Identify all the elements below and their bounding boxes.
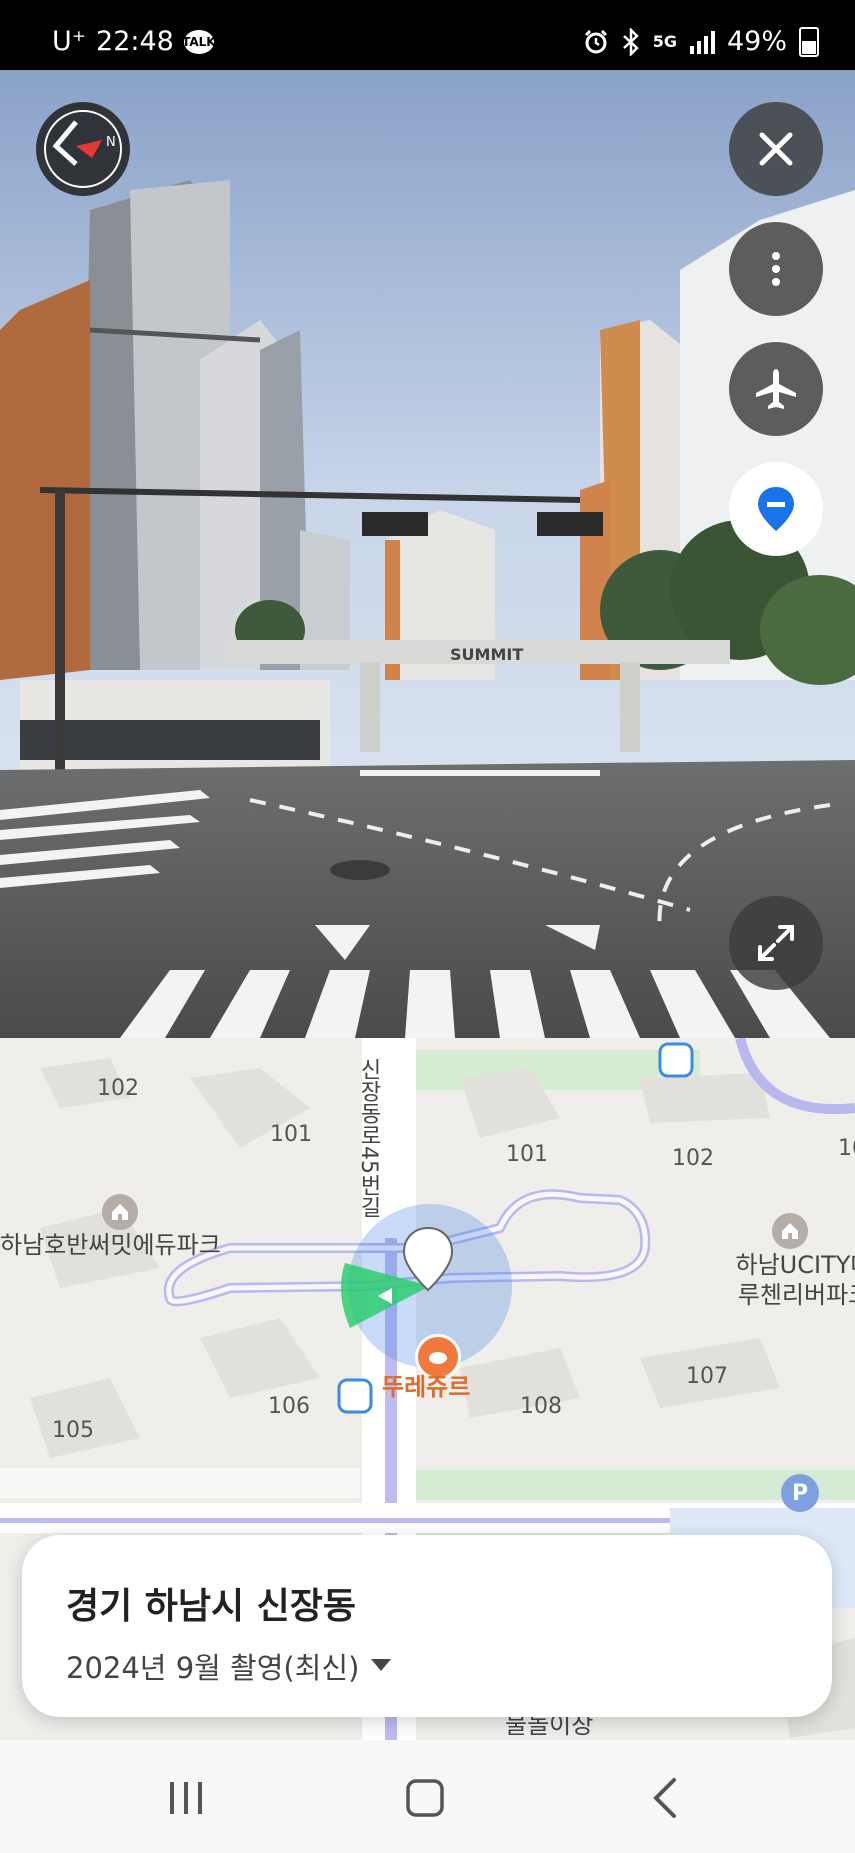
- building-label: 107: [686, 1364, 728, 1389]
- back-button[interactable]: [625, 1768, 705, 1828]
- my-location-button[interactable]: [729, 462, 823, 556]
- building-label: 101: [506, 1142, 548, 1167]
- capture-date-selector[interactable]: 2024년 9월 촬영(최신): [66, 1645, 392, 1687]
- poi-label-line: 하남UCITY대: [735, 1251, 855, 1279]
- street-view-panorama[interactable]: SUMMIT N: [0, 70, 855, 1038]
- alarm-icon: [584, 29, 607, 53]
- kakaotalk-notification-icon: TALK: [182, 29, 216, 54]
- expand-icon: [758, 925, 794, 961]
- apartment-poi-icon[interactable]: [102, 1194, 138, 1230]
- close-button[interactable]: [729, 102, 823, 196]
- bluetooth-icon: [622, 27, 639, 56]
- capture-date-label: 2024년 9월 촬영(최신): [66, 1651, 360, 1685]
- status-bar: U⁺ 22:48 TALK 5G 49%: [0, 0, 855, 70]
- building-label: 105: [52, 1418, 94, 1443]
- recents-button[interactable]: [146, 1768, 226, 1828]
- battery-percent: 49%: [726, 26, 787, 57]
- clock: 22:48: [96, 26, 174, 57]
- dropdown-triangle-icon: [371, 1659, 392, 1671]
- battery-icon: [799, 26, 819, 57]
- signal-icon: [689, 30, 715, 54]
- marker-pin-icon: [402, 1226, 454, 1292]
- carrier-label: U⁺: [52, 26, 87, 57]
- more-options-button[interactable]: [729, 222, 823, 316]
- close-icon: [759, 132, 793, 166]
- building-label: 10: [838, 1136, 855, 1161]
- compass-button[interactable]: N: [36, 102, 130, 196]
- street-view-image: SUMMIT: [0, 70, 855, 1038]
- parking-letter: P: [791, 1480, 809, 1506]
- poi-label-bakery[interactable]: 뚜레쥬르: [382, 1372, 470, 1402]
- network-type-label: 5G: [652, 32, 677, 51]
- parking-icon[interactable]: P: [781, 1474, 819, 1512]
- system-nav-bar: [0, 1740, 855, 1853]
- back-icon: [653, 1778, 676, 1818]
- building-label: 102: [97, 1076, 139, 1101]
- aerial-view-button[interactable]: [729, 342, 823, 436]
- compass-north-label: N: [106, 135, 116, 150]
- building-label: 102: [672, 1146, 714, 1171]
- home-icon: [406, 1779, 444, 1817]
- location-pin-icon: [758, 487, 794, 531]
- gate-sign: SUMMIT: [450, 645, 523, 664]
- road-name-label: 신장동로45번길: [352, 1058, 382, 1278]
- location-info-card[interactable]: 경기 하남시 신장동 2024년 9월 촬영(최신): [22, 1535, 832, 1717]
- poi-label-line: 루첸리버파크: [737, 1281, 855, 1309]
- airplane-icon: [756, 369, 796, 409]
- poi-label[interactable]: 하남호반써밋에듀파크: [0, 1230, 221, 1260]
- building-label: 108: [520, 1394, 562, 1419]
- more-vertical-icon: [772, 252, 780, 286]
- compass-icon: N: [44, 110, 122, 188]
- recents-icon: [170, 1782, 202, 1814]
- building-label: 106: [268, 1394, 310, 1419]
- street-view-marker[interactable]: [400, 1224, 456, 1292]
- location-title: 경기 하남시 신장동: [66, 1586, 357, 1627]
- building-label: 101: [270, 1122, 312, 1147]
- apartment-poi-icon[interactable]: [772, 1213, 808, 1249]
- poi-label[interactable]: 하남UCITY대 루첸리버파크: [704, 1250, 855, 1310]
- home-button[interactable]: [385, 1768, 465, 1828]
- road-name-text: 신장동로45번길: [356, 1058, 381, 1218]
- expand-button[interactable]: [729, 896, 823, 990]
